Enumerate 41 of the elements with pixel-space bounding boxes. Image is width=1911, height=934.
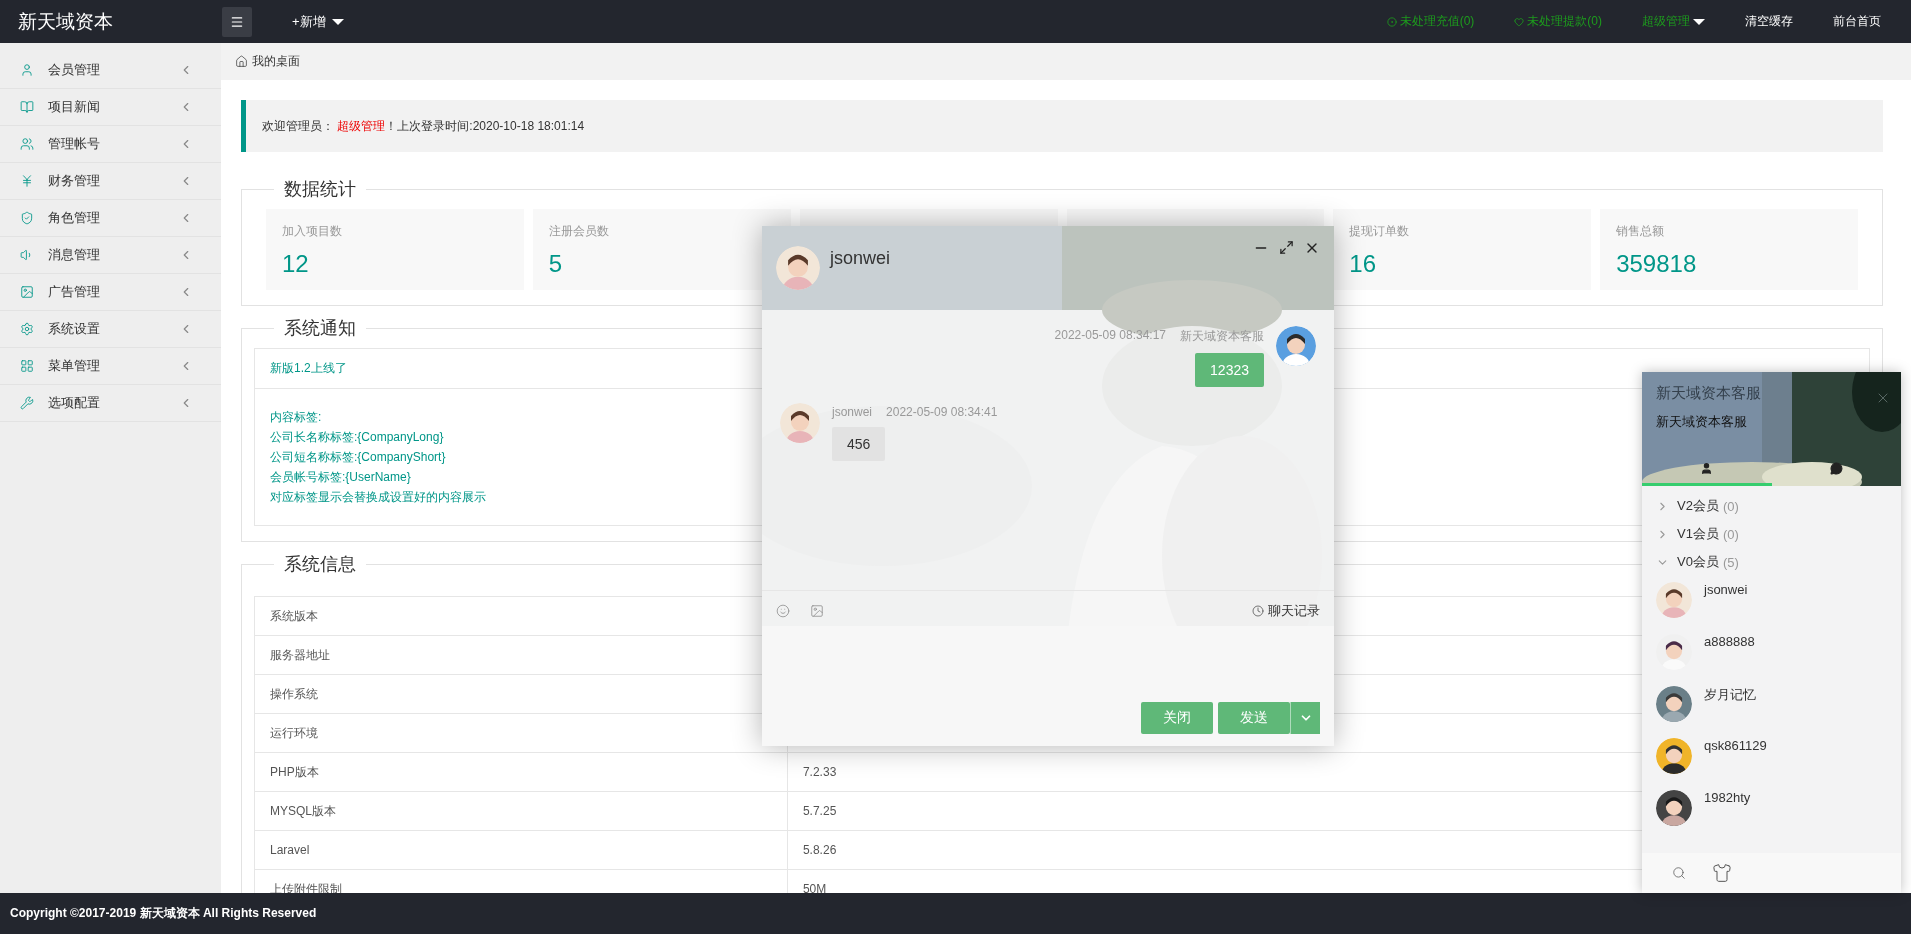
stat-label: 加入项目数 — [282, 223, 343, 240]
stat-value: 16 — [1349, 250, 1378, 278]
app-logo: 新天域资本 — [17, 9, 114, 34]
contact-item[interactable]: 岁月记忆 — [1656, 680, 1887, 732]
section-title: 数据统计 — [283, 178, 357, 201]
section-title: 系统信息 — [283, 553, 357, 576]
breadcrumb: 我的桌面 — [252, 53, 300, 70]
stat-label: 提现订单数 — [1349, 223, 1411, 240]
stat-value: 359818 — [1616, 250, 1698, 278]
table-cell: MYSQL版本 — [254, 791, 788, 831]
notice-line: 公司长名称标签:{CompanyLong} — [270, 429, 444, 446]
stat-value: 5 — [548, 250, 564, 278]
top-link[interactable]: 未处理提款(0) — [1494, 13, 1622, 30]
notice-line: 对应标签显示会替换成设置好的内容展示 — [270, 489, 486, 506]
group-count: (0) — [1722, 498, 1739, 514]
notice-heading: 新版1.2上线了 — [270, 360, 347, 377]
contact-item[interactable]: a888888 — [1656, 628, 1887, 680]
welcome-text: 欢迎管理员： 超级管理！上次登录时间:2020-10-18 18:01:14 — [262, 117, 585, 135]
contact-item[interactable]: jsonwei — [1656, 576, 1887, 628]
group-name[interactable]: V0会员 — [1677, 553, 1719, 571]
notice-line: 公司短名称标签:{CompanyShort} — [270, 449, 446, 466]
panel-title: 新天域资本客服 — [1656, 384, 1761, 403]
top-link[interactable]: 清空缓存 — [1725, 13, 1813, 30]
top-link[interactable]: 未处理充值(0) — [1366, 13, 1495, 30]
group-count: (5) — [1722, 554, 1739, 570]
section-title: 系统通知 — [283, 317, 357, 340]
group-name[interactable]: V1会员 — [1677, 525, 1719, 543]
group-count: (0) — [1722, 526, 1739, 542]
stat-label: 注册会员数 — [548, 223, 610, 240]
table-cell: PHP版本 — [254, 752, 788, 792]
notice-line: 会员帐号标签:{UserName} — [270, 469, 411, 486]
group-name[interactable]: V2会员 — [1677, 497, 1719, 515]
top-link[interactable]: 前台首页 — [1813, 13, 1901, 30]
table-cell: Laravel — [254, 830, 788, 870]
stat-label: 销售总额 — [1616, 223, 1666, 240]
top-link[interactable]: 超级管理 — [1622, 13, 1725, 30]
panel-subtitle: 新天域资本客服 — [1656, 413, 1747, 431]
add-menu[interactable]: +新增 — [292, 12, 344, 31]
stat-value: 12 — [282, 250, 310, 278]
notice-line: 内容标签: — [270, 409, 322, 426]
copyright-text: Copyright ©2017-2019 新天域资本 All Rights Reserved — [10, 905, 317, 922]
